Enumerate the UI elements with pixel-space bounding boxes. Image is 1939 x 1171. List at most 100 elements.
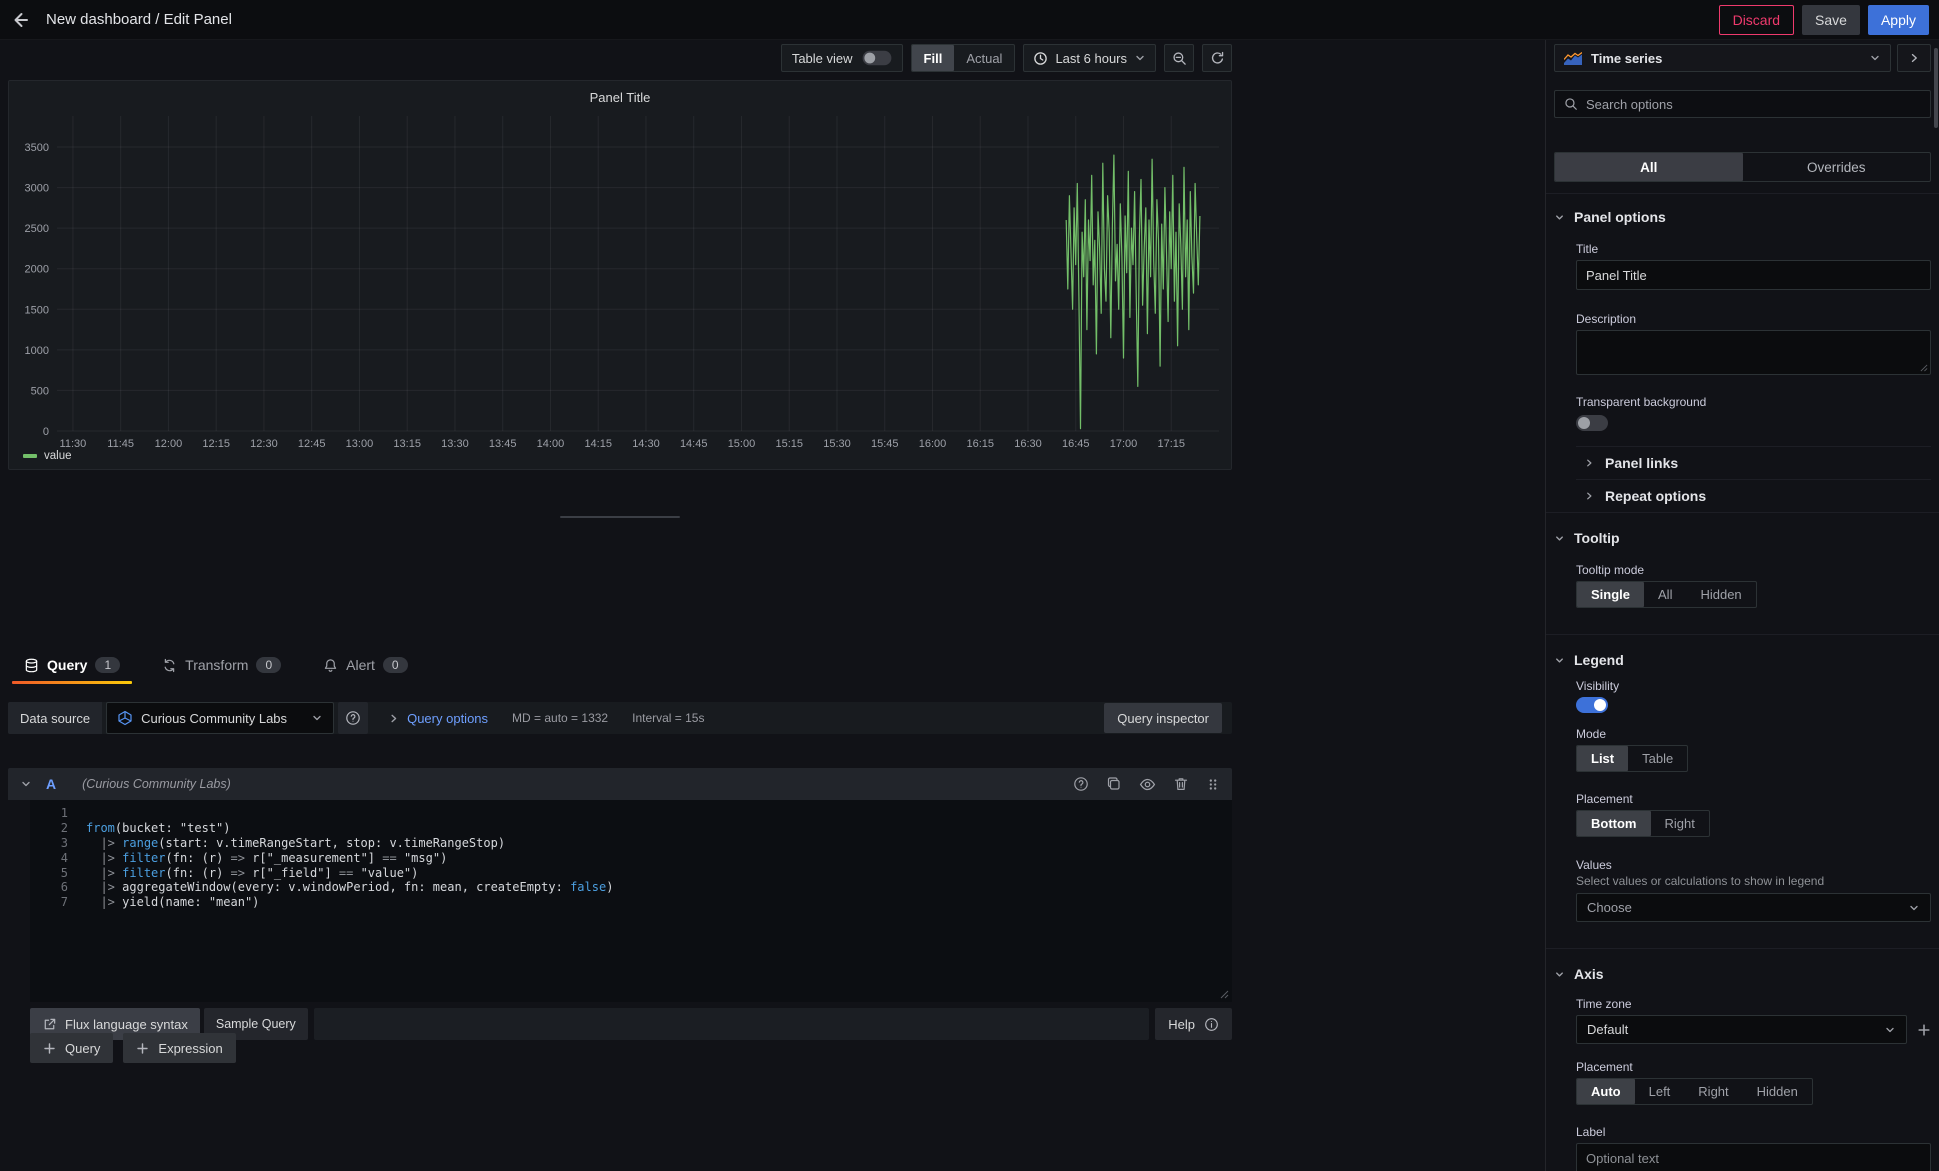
datasource-help-button[interactable] — [338, 702, 368, 734]
help-button[interactable]: Help — [1155, 1008, 1232, 1040]
collapse-query-chevron-icon[interactable] — [20, 778, 32, 790]
tab-transform[interactable]: Transform 0 — [150, 649, 293, 681]
code-line[interactable]: 7 |> yield(name: "mean") — [30, 895, 1232, 910]
actual-option[interactable]: Actual — [954, 45, 1014, 71]
duplicate-query-icon[interactable] — [1106, 776, 1122, 792]
options-sidebar: Time series All Overrides Panel options … — [1545, 40, 1939, 1171]
legend-mode-list[interactable]: List — [1577, 746, 1628, 771]
x-tick-label: 12:30 — [250, 438, 278, 450]
arrow-left-icon — [10, 10, 30, 30]
panel-title-input[interactable] — [1576, 260, 1931, 290]
code-line[interactable]: 3 |> range(start: v.timeRangeStart, stop… — [30, 836, 1232, 851]
table-view-label: Table view — [782, 51, 861, 66]
axis-placement-auto[interactable]: Auto — [1577, 1079, 1635, 1104]
save-button[interactable]: Save — [1802, 5, 1860, 35]
y-tick-label: 0 — [43, 426, 49, 438]
code-line[interactable]: 2from(bucket: "test") — [30, 821, 1232, 836]
legend-values-description: Select values or calculations to show in… — [1576, 874, 1931, 888]
chart-wrap: 050010001500200025003000350011:3011:4512… — [13, 111, 1227, 456]
time-range-picker[interactable]: Last 6 hours — [1023, 44, 1156, 72]
fill-option[interactable]: Fill — [912, 45, 955, 71]
timezone-select[interactable]: Default — [1576, 1015, 1907, 1044]
code-line[interactable]: 6 |> aggregateWindow(every: v.windowPeri… — [30, 880, 1232, 895]
tooltip-mode-single[interactable]: Single — [1577, 582, 1644, 607]
tab-all[interactable]: All — [1555, 153, 1743, 181]
question-circle-icon — [345, 710, 361, 726]
query-help-icon[interactable] — [1073, 776, 1089, 792]
apply-button[interactable]: Apply — [1868, 5, 1929, 35]
drag-handle-icon[interactable] — [1206, 777, 1220, 792]
active-tab-underline — [12, 681, 132, 684]
tooltip-mode-all[interactable]: All — [1644, 582, 1686, 607]
table-view-toggle[interactable] — [862, 51, 891, 65]
axis-placement-left[interactable]: Left — [1635, 1079, 1685, 1104]
x-tick-label: 12:15 — [202, 438, 230, 450]
options-search-input[interactable] — [1586, 97, 1921, 112]
zoom-out-button[interactable] — [1164, 44, 1194, 72]
axis-placement-hidden[interactable]: Hidden — [1743, 1079, 1812, 1104]
datasource-select[interactable]: Curious Community Labs — [106, 702, 334, 734]
axis-label-input[interactable] — [1576, 1143, 1931, 1171]
tab-query[interactable]: Query 1 — [12, 649, 132, 681]
collapse-sidebar-button[interactable] — [1897, 44, 1931, 72]
add-query-button[interactable]: Query — [30, 1033, 113, 1063]
legend-values-select[interactable]: Choose — [1576, 893, 1931, 922]
tooltip-mode-hidden[interactable]: Hidden — [1686, 582, 1755, 607]
legend-header[interactable]: Legend — [1554, 649, 1931, 671]
query-editor-header: A (Curious Community Labs) — [8, 768, 1232, 800]
query-ref-id[interactable]: A — [46, 776, 56, 792]
code-line[interactable]: 4 |> filter(fn: (r) => r["_measurement"]… — [30, 850, 1232, 865]
code-line[interactable]: 1 — [30, 806, 1232, 821]
chevron-right-icon — [1908, 52, 1920, 64]
delete-query-trash-icon[interactable] — [1173, 776, 1189, 792]
x-tick-label: 11:30 — [60, 438, 87, 450]
add-row: Query Expression — [30, 1033, 236, 1063]
add-timezone-plus-icon[interactable] — [1917, 1023, 1931, 1037]
timeseries-panel: Panel Title 0500100015002000250030003500… — [8, 80, 1232, 470]
tab-overrides[interactable]: Overrides — [1743, 153, 1931, 181]
code-line[interactable]: 5 |> filter(fn: (r) => r["_field"] == "v… — [30, 865, 1232, 880]
query-datasource-hint: (Curious Community Labs) — [82, 777, 231, 791]
query-options-toggle[interactable]: Query options — [388, 711, 488, 726]
query-inspector-button[interactable]: Query inspector — [1104, 703, 1222, 733]
editor-resize-grip-icon[interactable] — [1220, 990, 1229, 999]
discard-button[interactable]: Discard — [1719, 5, 1794, 35]
x-tick-label: 12:45 — [298, 438, 326, 450]
legend-title: Legend — [1574, 652, 1624, 668]
line-number: 1 — [30, 806, 86, 820]
legend-placement-right[interactable]: Right — [1651, 811, 1709, 836]
textarea-resize-grip-icon[interactable] — [1920, 364, 1928, 372]
chevron-down-icon — [1869, 52, 1881, 64]
page-title: New dashboard / Edit Panel — [46, 11, 232, 28]
hide-query-eye-icon[interactable] — [1139, 776, 1156, 793]
y-tick-label: 1000 — [25, 345, 49, 357]
tooltip-header[interactable]: Tooltip — [1554, 527, 1931, 549]
back-button[interactable] — [0, 0, 40, 40]
transparent-bg-toggle[interactable] — [1576, 415, 1608, 431]
repeat-options-section[interactable]: Repeat options — [1584, 480, 1931, 512]
flux-code-editor[interactable]: 12from(bucket: "test")3 |> range(start: … — [30, 800, 1232, 1002]
legend-mode-table[interactable]: Table — [1628, 746, 1687, 771]
refresh-button[interactable] — [1202, 44, 1232, 72]
panel-options-header[interactable]: Panel options — [1554, 206, 1931, 228]
main-column: Table view Fill Actual Last 6 hours — [0, 40, 1545, 1171]
panel-links-section[interactable]: Panel links — [1584, 447, 1931, 479]
legend-visibility-toggle[interactable] — [1576, 697, 1608, 713]
x-tick-label: 14:00 — [537, 438, 565, 450]
tab-alert[interactable]: Alert 0 — [311, 649, 419, 681]
x-tick-label: 15:45 — [871, 438, 899, 450]
flux-syntax-label: Flux language syntax — [65, 1017, 188, 1032]
options-search[interactable] — [1554, 90, 1931, 118]
legend-placement-bottom[interactable]: Bottom — [1577, 811, 1651, 836]
pane-resize-handle[interactable] — [560, 516, 680, 518]
panel-title: Panel Title — [9, 81, 1231, 105]
add-expression-button[interactable]: Expression — [123, 1033, 235, 1063]
axis-placement-right[interactable]: Right — [1684, 1079, 1742, 1104]
series-legend-label[interactable]: value — [44, 450, 72, 462]
axis-header[interactable]: Axis — [1554, 963, 1931, 985]
description-textarea[interactable] — [1576, 330, 1931, 375]
visualization-picker[interactable]: Time series — [1554, 44, 1891, 72]
series-color-swatch — [23, 454, 37, 458]
line-number: 2 — [30, 821, 86, 835]
sidebar-scrollbar-thumb[interactable] — [1934, 48, 1938, 128]
